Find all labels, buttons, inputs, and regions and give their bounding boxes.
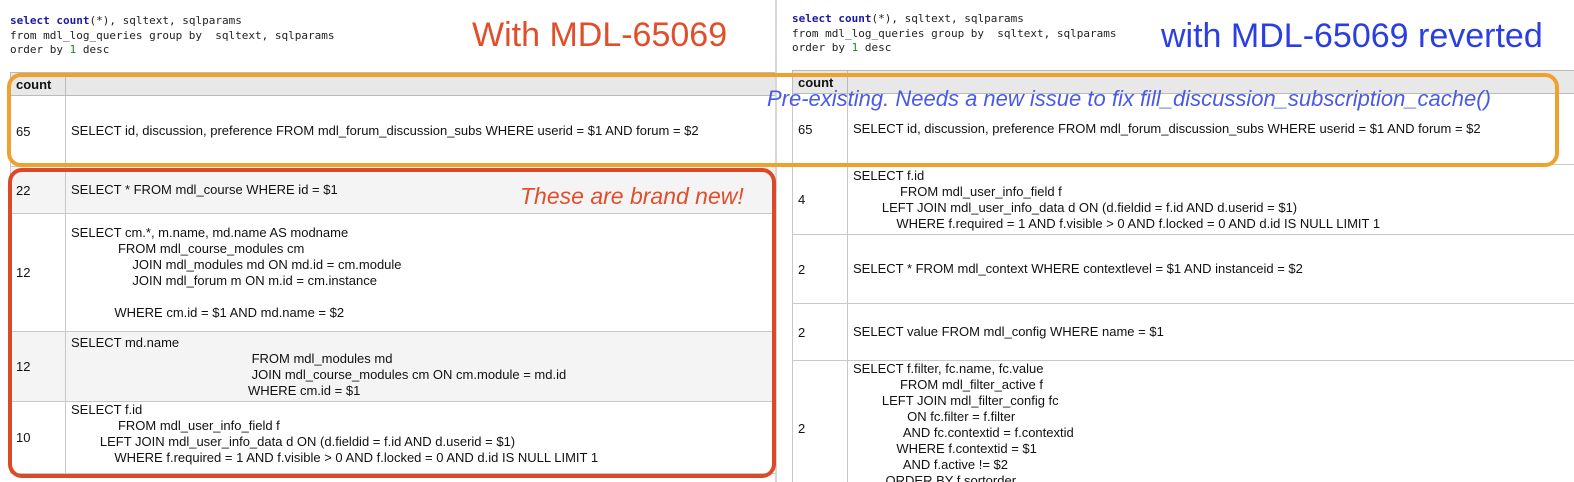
- count-cell: 2: [792, 234, 848, 304]
- query-cell: SELECT cm.*, m.name, md.name AS modname …: [65, 213, 775, 332]
- table-row: 65 SELECT id, discussion, preference FRO…: [10, 95, 775, 167]
- count-cell: 65: [10, 95, 66, 167]
- count-cell: 10: [10, 401, 66, 474]
- results-table: count 65 SELECT id, discussion, preferen…: [792, 70, 1574, 482]
- query-cell: SELECT f.filter, fc.name, fc.value FROM …: [847, 360, 1574, 482]
- query-cell: SELECT id, discussion, preference FROM m…: [65, 95, 775, 167]
- count-column-header[interactable]: count: [10, 72, 66, 96]
- results-table: count 65 SELECT id, discussion, preferen…: [10, 72, 775, 474]
- right-panel-title: with MDL-65069 reverted: [1161, 17, 1543, 55]
- sql-query-text: select count(*), sqltext, sqlparams from…: [10, 14, 335, 56]
- table-row: 12 SELECT md.name FROM mdl_modules md JO…: [10, 331, 775, 402]
- query-column-header[interactable]: [65, 72, 775, 96]
- sql-query-text: select count(*), sqltext, sqlparams from…: [792, 12, 1117, 54]
- table-row: 10 SELECT f.id FROM mdl_user_info_field …: [10, 401, 775, 474]
- count-cell: 4: [792, 164, 848, 235]
- count-cell: 12: [10, 213, 66, 332]
- brand-new-annotation: These are brand new!: [520, 183, 744, 209]
- right-results-panel: select count(*), sqltext, sqlparams from…: [777, 0, 1574, 482]
- count-cell: 12: [10, 331, 66, 402]
- left-panel-title: With MDL-65069: [472, 16, 728, 54]
- count-cell: 22: [10, 166, 66, 214]
- count-cell: 2: [792, 303, 848, 361]
- query-cell: SELECT md.name FROM mdl_modules md JOIN …: [65, 331, 775, 402]
- table-row: 12 SELECT cm.*, m.name, md.name AS modna…: [10, 213, 775, 332]
- table-row: 2 SELECT value FROM mdl_config WHERE nam…: [792, 303, 1574, 361]
- table-header-row: count: [10, 72, 775, 96]
- query-cell: SELECT value FROM mdl_config WHERE name …: [847, 303, 1574, 361]
- left-results-panel: select count(*), sqltext, sqlparams from…: [0, 0, 775, 482]
- query-cell: SELECT f.id FROM mdl_user_info_field f L…: [847, 164, 1574, 235]
- query-cell: SELECT * FROM mdl_context WHERE contextl…: [847, 234, 1574, 304]
- table-row: 2 SELECT f.filter, fc.name, fc.value FRO…: [792, 360, 1574, 482]
- query-cell: SELECT f.id FROM mdl_user_info_field f L…: [65, 401, 775, 474]
- count-cell: 2: [792, 360, 848, 482]
- table-row: 2 SELECT * FROM mdl_context WHERE contex…: [792, 234, 1574, 304]
- table-row: 4 SELECT f.id FROM mdl_user_info_field f…: [792, 164, 1574, 235]
- pre-existing-annotation: Pre-existing. Needs a new issue to fix f…: [767, 86, 1491, 111]
